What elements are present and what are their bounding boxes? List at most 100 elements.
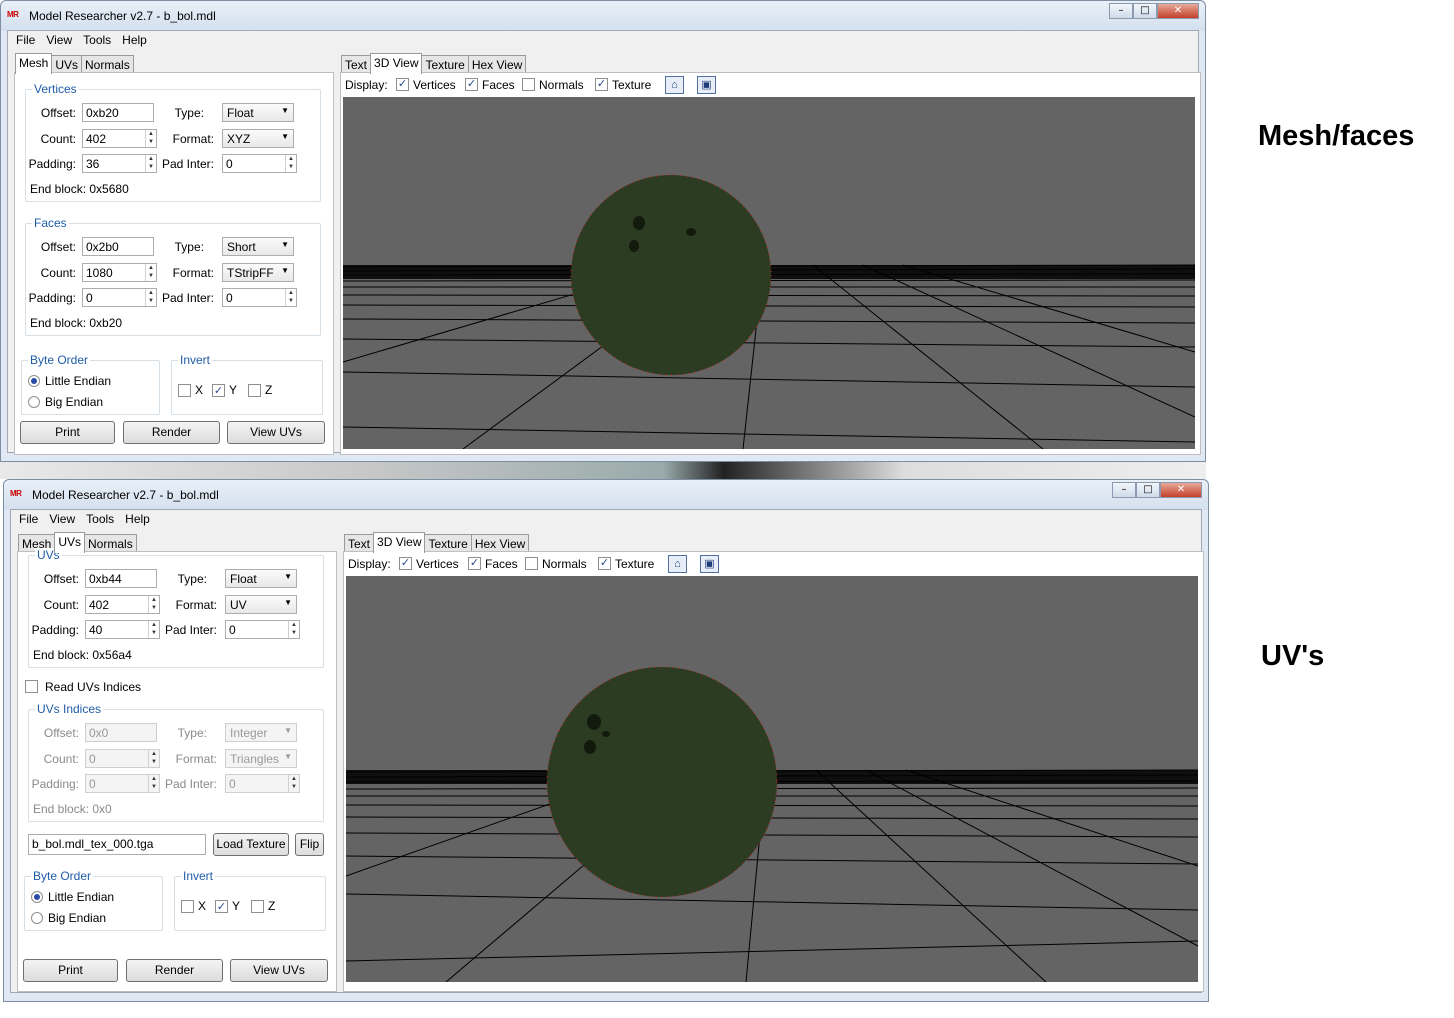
menu-view[interactable]: View xyxy=(42,31,79,50)
vertices-count-input[interactable]: 402 ▲ ▼ xyxy=(82,129,157,148)
indices-count-input[interactable]: 0 ▲ ▼ xyxy=(85,749,160,768)
invert-z-label: Z xyxy=(268,899,276,913)
tab-normals[interactable]: Normals xyxy=(84,534,137,552)
indices-padding-input[interactable]: 0 ▲ ▼ xyxy=(85,774,160,793)
vertices-offset-input[interactable]: 0xb20 xyxy=(82,103,154,122)
vertices-format-select[interactable]: XYZ ▼ xyxy=(222,129,294,148)
view-uvs-button[interactable]: View UVs xyxy=(227,421,325,444)
faces-count-input[interactable]: 1080 ▲ ▼ xyxy=(82,263,157,282)
load-texture-button[interactable]: Load Texture xyxy=(213,833,289,856)
big-endian-radio[interactable] xyxy=(28,396,40,408)
menu-view[interactable]: View xyxy=(45,510,82,529)
tab-3d-view[interactable]: 3D View xyxy=(370,53,423,74)
read-uvs-indices-checkbox[interactable] xyxy=(25,680,38,693)
menu-tools[interactable]: Tools xyxy=(79,31,118,50)
big-endian-radio[interactable] xyxy=(31,912,43,924)
spinner-icon[interactable]: ▲ ▼ xyxy=(145,130,156,147)
render-button[interactable]: Render xyxy=(126,959,223,982)
tab-texture[interactable]: Texture xyxy=(424,534,472,552)
spinner-icon[interactable]: ▲ ▼ xyxy=(145,155,156,172)
spinner-icon[interactable]: ▲ ▼ xyxy=(285,289,296,306)
print-button[interactable]: Print xyxy=(23,959,118,982)
tab-hex-view[interactable]: Hex View xyxy=(470,534,530,552)
3d-viewport[interactable] xyxy=(343,97,1195,449)
uvs-format-select[interactable]: UV ▼ xyxy=(225,595,297,614)
faces-padinter-input[interactable]: 0 ▲ ▼ xyxy=(222,288,297,307)
tab-3d-view[interactable]: 3D View xyxy=(373,532,426,553)
menu-help[interactable]: Help xyxy=(121,510,157,529)
spinner-icon[interactable]: ▲ ▼ xyxy=(148,750,159,767)
tab-normals[interactable]: Normals xyxy=(81,55,134,73)
normals-checkbox[interactable] xyxy=(525,557,538,570)
3d-viewport[interactable] xyxy=(346,576,1198,982)
maximize-icon[interactable]: □ xyxy=(1136,482,1160,498)
tab-uvs[interactable]: UVs xyxy=(51,55,83,73)
close-icon[interactable]: ✕ xyxy=(1160,482,1202,498)
uvs-offset-input[interactable]: 0xb44 xyxy=(85,569,157,588)
spinner-icon[interactable]: ▲ ▼ xyxy=(148,596,159,613)
vertices-type-select[interactable]: Float ▼ xyxy=(222,103,294,122)
faces-format-select[interactable]: TStripFF ▼ xyxy=(222,263,294,282)
tab-mesh[interactable]: Mesh xyxy=(15,53,53,74)
uvs-type-select[interactable]: Float ▼ xyxy=(225,569,297,588)
home-icon[interactable]: ⌂ xyxy=(665,76,684,94)
little-endian-radio[interactable] xyxy=(28,375,40,387)
texture-checkbox[interactable]: ✓ xyxy=(595,78,608,91)
minimize-icon[interactable]: – xyxy=(1109,3,1133,19)
tab-text[interactable]: Text xyxy=(341,55,372,73)
fit-view-icon[interactable]: ▣ xyxy=(697,76,716,94)
invert-x-checkbox[interactable] xyxy=(181,900,194,913)
indices-padinter-input[interactable]: 0 ▲ ▼ xyxy=(225,774,300,793)
tab-uvs[interactable]: UVs xyxy=(54,532,86,553)
invert-z-checkbox[interactable] xyxy=(248,384,261,397)
faces-checkbox[interactable]: ✓ xyxy=(468,557,481,570)
tab-hex-view[interactable]: Hex View xyxy=(467,55,527,73)
vertices-checkbox[interactable]: ✓ xyxy=(396,78,409,91)
faces-type-select[interactable]: Short ▼ xyxy=(222,237,294,256)
print-button[interactable]: Print xyxy=(20,421,115,444)
faces-checkbox[interactable]: ✓ xyxy=(465,78,478,91)
menu-help[interactable]: Help xyxy=(118,31,154,50)
spinner-icon[interactable]: ▲ ▼ xyxy=(148,621,159,638)
render-button[interactable]: Render xyxy=(123,421,220,444)
view-uvs-button[interactable]: View UVs xyxy=(230,959,328,982)
spinner-icon[interactable]: ▲ ▼ xyxy=(285,155,296,172)
spinner-icon[interactable]: ▲ ▼ xyxy=(145,264,156,281)
menu-tools[interactable]: Tools xyxy=(82,510,121,529)
spinner-icon[interactable]: ▲ ▼ xyxy=(148,775,159,792)
uvs-padding-input[interactable]: 40 ▲ ▼ xyxy=(85,620,160,639)
invert-z-checkbox[interactable] xyxy=(251,900,264,913)
uvs-padinter-input[interactable]: 0 ▲ ▼ xyxy=(225,620,300,639)
maximize-icon[interactable]: □ xyxy=(1133,3,1157,19)
title-bar[interactable]: MR Model Researcher v2.7 - b_bol.mdl – □… xyxy=(1,1,1205,31)
menu-file[interactable]: File xyxy=(12,31,42,50)
invert-x-checkbox[interactable] xyxy=(178,384,191,397)
spinner-icon[interactable]: ▲ ▼ xyxy=(145,289,156,306)
little-endian-radio[interactable] xyxy=(31,891,43,903)
indices-offset-input[interactable]: 0x0 xyxy=(85,723,157,742)
faces-offset-input[interactable]: 0x2b0 xyxy=(82,237,154,256)
vertices-checkbox[interactable]: ✓ xyxy=(399,557,412,570)
home-icon[interactable]: ⌂ xyxy=(668,555,687,573)
faces-padding-input[interactable]: 0 ▲ ▼ xyxy=(82,288,157,307)
tab-text[interactable]: Text xyxy=(344,534,375,552)
title-bar[interactable]: MR Model Researcher v2.7 - b_bol.mdl – □… xyxy=(4,480,1208,510)
uvs-count-input[interactable]: 402 ▲ ▼ xyxy=(85,595,160,614)
vertices-padinter-input[interactable]: 0 ▲ ▼ xyxy=(222,154,297,173)
indices-format-select[interactable]: Triangles ▼ xyxy=(225,749,297,768)
indices-type-select[interactable]: Integer ▼ xyxy=(225,723,297,742)
menu-file[interactable]: File xyxy=(15,510,45,529)
fit-view-icon[interactable]: ▣ xyxy=(700,555,719,573)
close-icon[interactable]: ✕ xyxy=(1157,3,1199,19)
spinner-icon[interactable]: ▲ ▼ xyxy=(288,775,299,792)
spinner-icon[interactable]: ▲ ▼ xyxy=(288,621,299,638)
flip-button[interactable]: Flip xyxy=(295,833,324,856)
texture-checkbox[interactable]: ✓ xyxy=(598,557,611,570)
invert-y-checkbox[interactable]: ✓ xyxy=(212,384,225,397)
minimize-icon[interactable]: – xyxy=(1112,482,1136,498)
invert-y-checkbox[interactable]: ✓ xyxy=(215,900,228,913)
vertices-padding-input[interactable]: 36 ▲ ▼ xyxy=(82,154,157,173)
texture-file-input[interactable]: b_bol.mdl_tex_000.tga xyxy=(28,834,206,855)
tab-texture[interactable]: Texture xyxy=(421,55,469,73)
normals-checkbox[interactable] xyxy=(522,78,535,91)
